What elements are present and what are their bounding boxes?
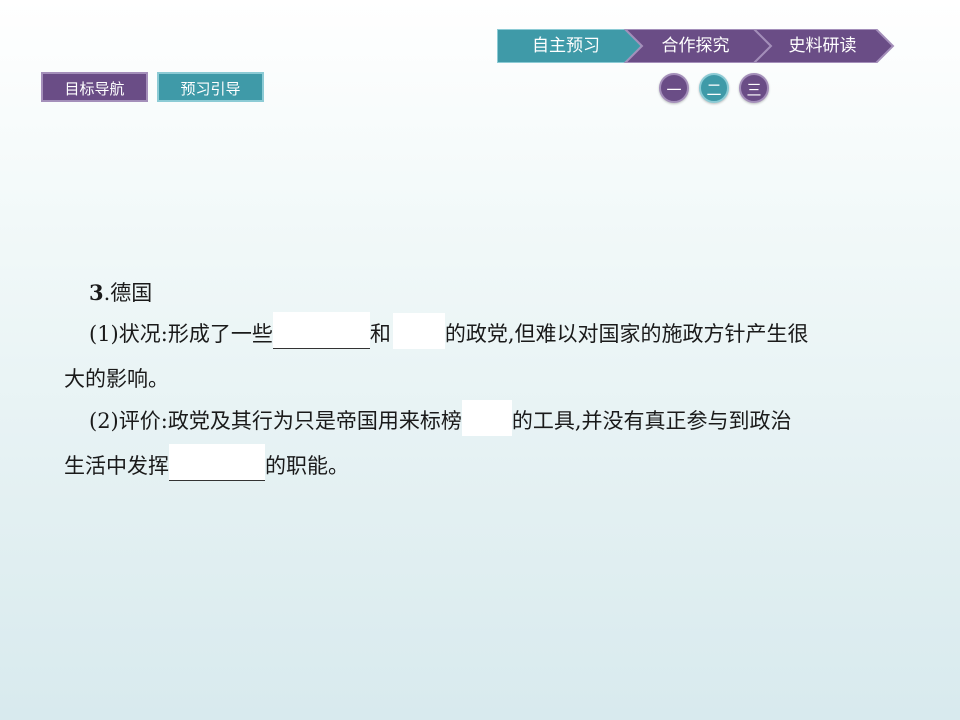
fill-blank-2[interactable] <box>392 312 445 349</box>
step-historical-material[interactable]: 史料研读 <box>765 29 880 63</box>
fill-blank-4[interactable] <box>169 444 265 481</box>
paragraph-2-line-1: (2)评价:政党及其行为只是帝国用来标榜 的工具,并没有真正参与到政治 <box>89 399 792 439</box>
tab-preview-guide[interactable]: 预习引导 <box>157 72 264 102</box>
section-heading: 3.德国 <box>89 275 152 311</box>
fill-blank-3[interactable] <box>461 399 512 436</box>
p1-text-a: (1)状况:形成了一些 <box>89 322 273 346</box>
step-cooperative-inquiry[interactable]: 合作探究 <box>637 29 754 63</box>
p1-text-d: 大的影响。 <box>64 367 169 391</box>
fill-blank-1[interactable] <box>272 312 370 349</box>
section-button-1[interactable]: 一 <box>659 73 689 103</box>
step-self-preview[interactable]: 自主预习 <box>507 29 625 63</box>
section-button-3[interactable]: 三 <box>739 73 769 103</box>
paragraph-1-line-2: 大的影响。 <box>64 361 169 397</box>
paragraph-1-line-1: (1)状况:形成了一些 和 的政党,但难以对国家的施政方针产生很 <box>89 312 809 352</box>
p2-text-c: 生活中发挥 <box>64 454 169 478</box>
p2-text-b: 的工具,并没有真正参与到政治 <box>511 409 792 433</box>
heading-text: .德国 <box>103 281 153 305</box>
paragraph-2-line-2: 生活中发挥 的职能。 <box>64 444 349 484</box>
section-button-2[interactable]: 二 <box>699 73 729 103</box>
p1-text-b: 和 <box>369 322 391 346</box>
p1-text-c: 的政党,但难以对国家的施政方针产生很 <box>444 322 809 346</box>
tab-goal-navigation[interactable]: 目标导航 <box>41 72 148 102</box>
p2-text-d: 的职能。 <box>265 454 349 478</box>
heading-number: 3 <box>89 280 104 305</box>
step-navigation: 自主预习 合作探究 史料研读 <box>497 29 897 63</box>
p2-text-a: (2)评价:政党及其行为只是帝国用来标榜 <box>89 409 462 433</box>
